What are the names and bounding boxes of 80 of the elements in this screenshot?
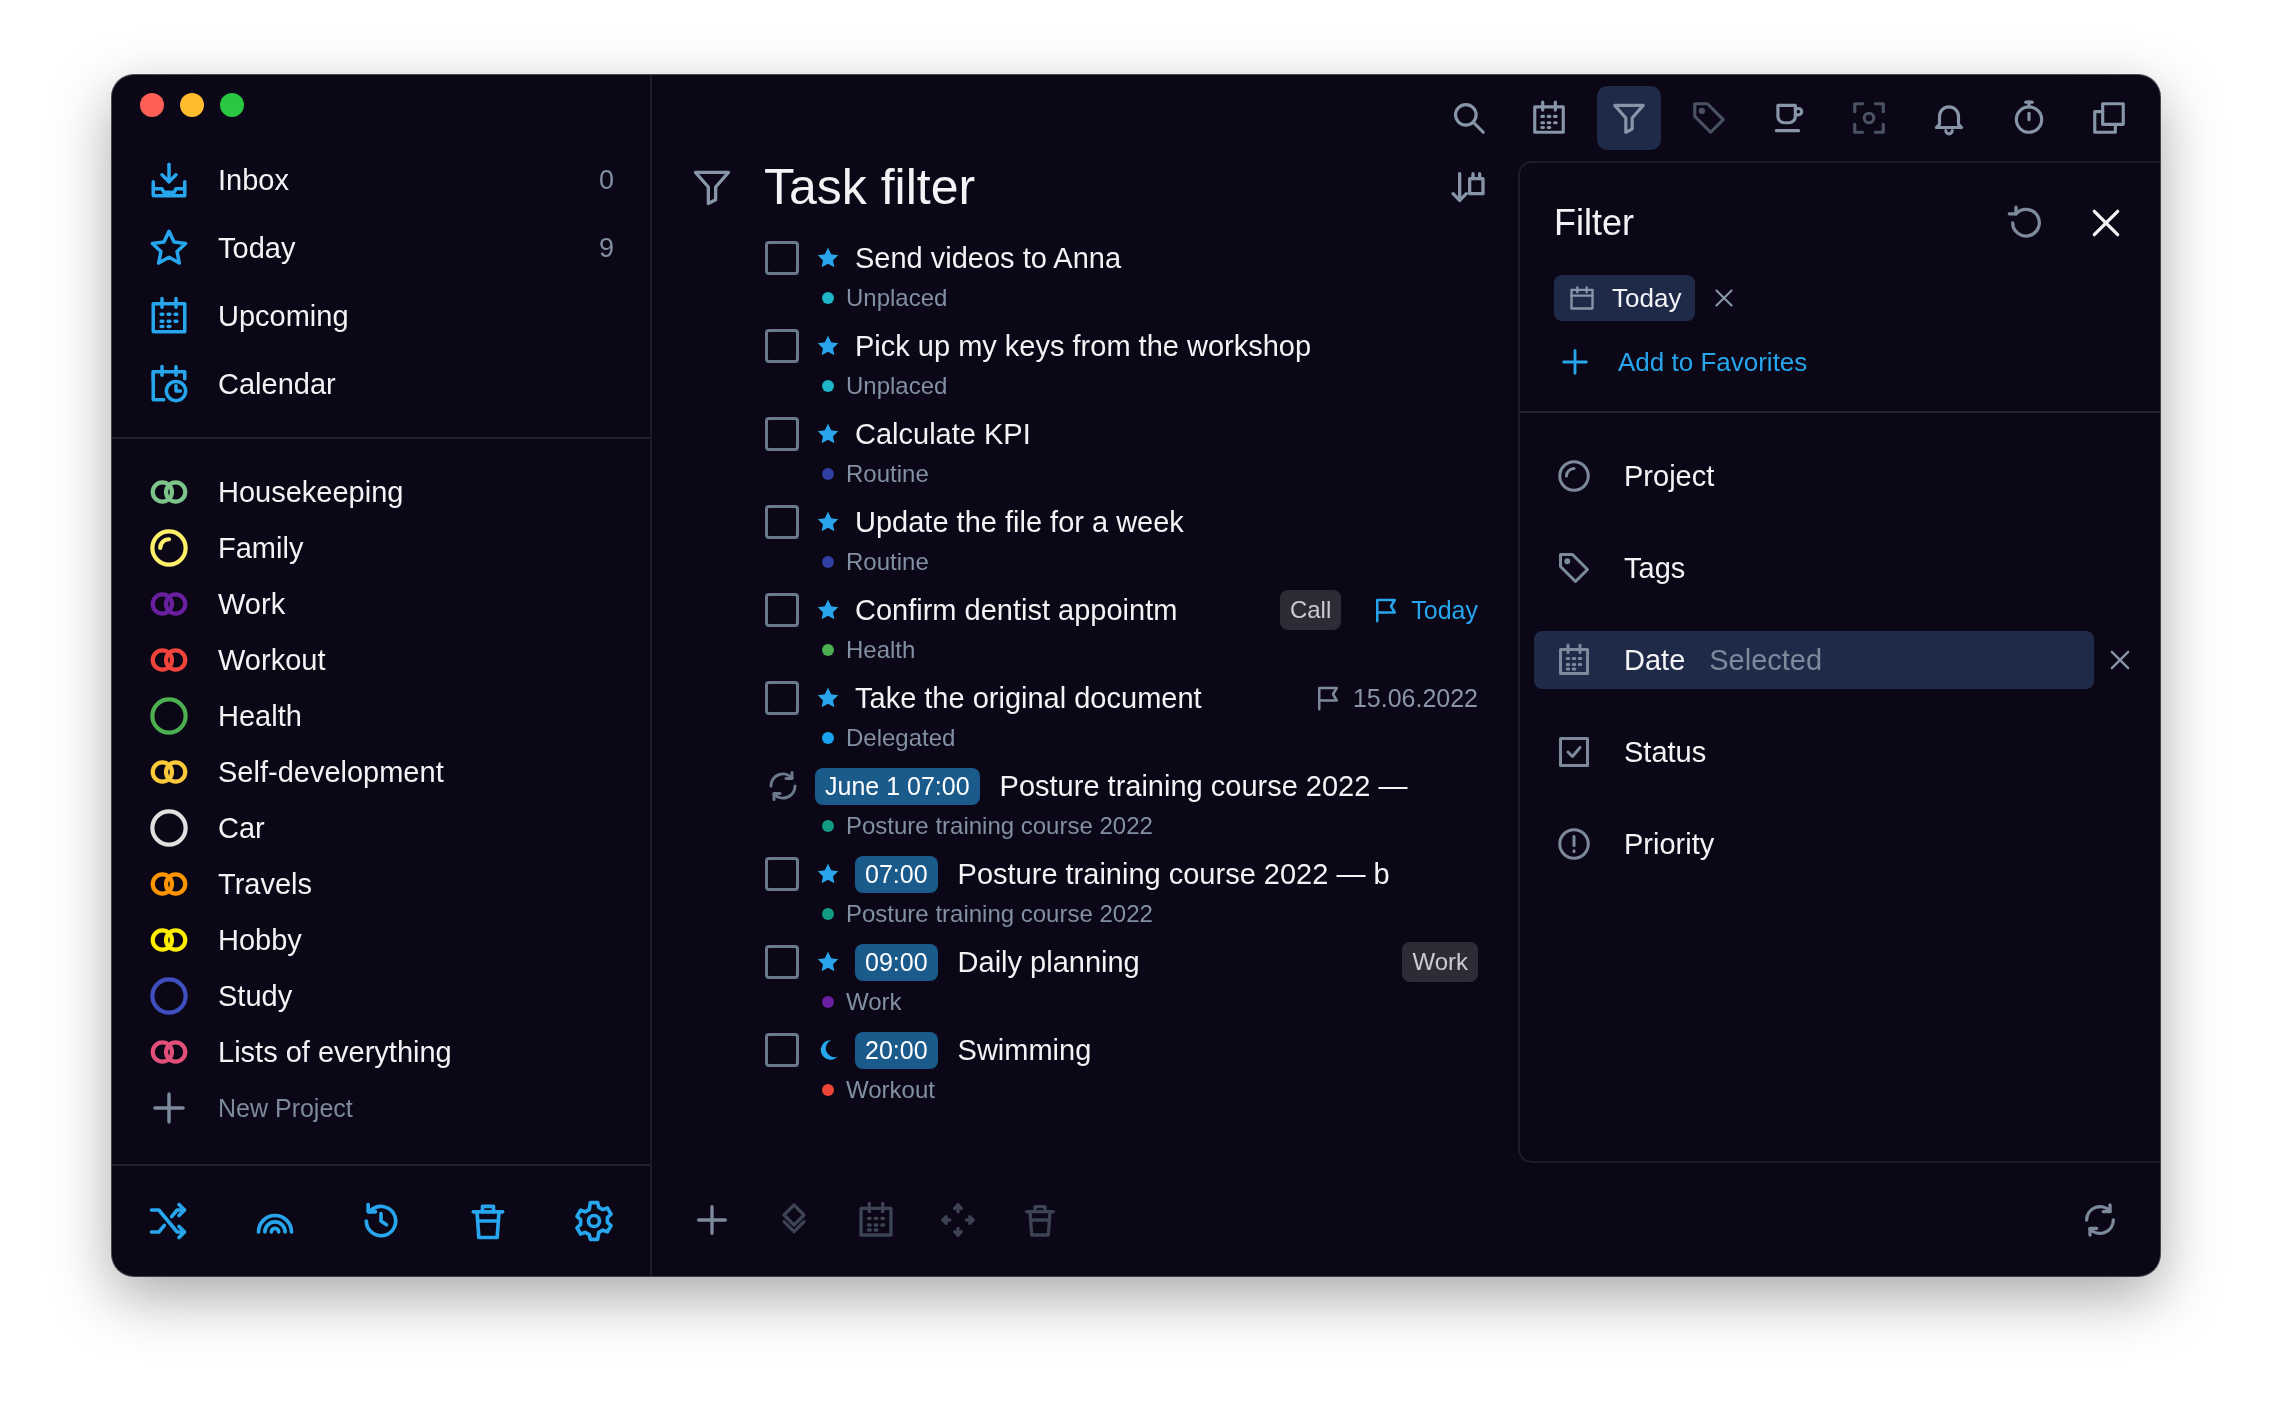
tag-icon — [1556, 550, 1592, 586]
tag-label: Call — [1279, 590, 1342, 630]
new-project-button[interactable]: New Project — [112, 1080, 650, 1136]
item-count: 0 — [598, 164, 614, 196]
task-title[interactable]: Take the original document — [855, 681, 1202, 715]
item-count: 9 — [598, 232, 614, 264]
panel-title: Filter — [1554, 202, 1635, 244]
project-name: Routine — [846, 548, 929, 576]
checkbox[interactable] — [765, 1033, 799, 1067]
task-title[interactable]: Confirm dentist appointm — [855, 593, 1178, 627]
viewfinder-icon — [1850, 99, 1888, 137]
checkbox-icon — [1556, 734, 1592, 770]
project-item[interactable]: Housekeeping — [112, 464, 650, 520]
sidebar-item[interactable]: Upcoming — [112, 282, 650, 350]
filter-chip[interactable]: Today — [1554, 275, 1696, 321]
time-badge: June 1 07:00 — [815, 767, 980, 805]
add-to-favorites-link[interactable]: Add to Favorites — [1554, 339, 2160, 385]
project-name: Posture training course 2022 — [846, 812, 1153, 840]
zoom-window-button[interactable] — [220, 93, 244, 117]
checkbox[interactable] — [765, 593, 799, 627]
circle-icon — [1556, 458, 1592, 494]
project-name: Delegated — [846, 724, 956, 752]
project-name: Routine — [846, 460, 929, 488]
time-badge: 20:00 — [855, 1031, 938, 1069]
filter-button[interactable] — [1597, 86, 1661, 150]
task-title[interactable]: Posture training course 2022 — b — [957, 857, 1390, 891]
tag-icon — [1690, 99, 1728, 137]
project-name: Unplaced — [846, 284, 948, 312]
sidebar-item[interactable]: Inbox 0 — [112, 146, 650, 214]
project-item[interactable]: Car — [112, 800, 650, 856]
filter-option[interactable]: Tags — [1534, 539, 2094, 597]
task-title[interactable]: Posture training course 2022 — — [999, 769, 1408, 803]
project-item[interactable]: Health — [112, 688, 650, 744]
due-date: 15.06.2022 — [1352, 683, 1478, 713]
sidebar-item[interactable]: Calendar — [112, 350, 650, 418]
sidebar-item[interactable]: Today 9 — [112, 214, 650, 282]
settings-icon[interactable] — [572, 1199, 616, 1243]
option-value: Selected — [1709, 643, 1823, 677]
project-item[interactable]: Work — [112, 576, 650, 632]
task-title[interactable]: Pick up my keys from the workshop — [855, 329, 1312, 363]
task-title[interactable]: Update the file for a week — [855, 505, 1184, 539]
project-item[interactable]: Family — [112, 520, 650, 576]
project-item[interactable]: Hobby — [112, 912, 650, 968]
time-badge: 09:00 — [855, 943, 938, 981]
calendar-icon — [1556, 642, 1592, 678]
exclamation-icon — [1556, 826, 1592, 862]
tag-label: Work — [1402, 942, 1478, 982]
calendar-icon — [1530, 99, 1568, 137]
calendar-icon — [1568, 284, 1596, 312]
checkbox[interactable] — [765, 945, 799, 979]
checkbox[interactable] — [765, 505, 799, 539]
task-title[interactable]: Calculate KPI — [855, 417, 1031, 451]
project-name: Work — [846, 988, 902, 1016]
project-item[interactable]: Self-development — [112, 744, 650, 800]
checkbox[interactable] — [765, 417, 799, 451]
project-item[interactable]: Lists of everything — [112, 1024, 650, 1080]
project-name: Posture training course 2022 — [846, 900, 1153, 928]
project-name: Health — [846, 636, 916, 664]
filter-option[interactable]: Status — [1534, 723, 2094, 781]
time-badge: 07:00 — [855, 855, 938, 893]
page-title: Task filter — [764, 158, 977, 216]
project-name: Workout — [846, 1076, 935, 1104]
project-item[interactable]: Study — [112, 968, 650, 1024]
close-window-button[interactable] — [140, 93, 164, 117]
project-item[interactable]: Workout — [112, 632, 650, 688]
due-date: Today — [1411, 595, 1478, 625]
filter-option[interactable]: Project — [1534, 447, 2094, 505]
filter-option[interactable]: Date Selected — [1534, 631, 2094, 689]
filter-option[interactable]: Priority — [1534, 815, 2094, 873]
project-name: Unplaced — [846, 372, 948, 400]
minimize-window-button[interactable] — [180, 93, 204, 117]
checkbox[interactable] — [765, 329, 799, 363]
task-title[interactable]: Swimming — [957, 1033, 1092, 1067]
checkbox[interactable] — [765, 857, 799, 891]
checkbox[interactable] — [765, 681, 799, 715]
task-title[interactable]: Daily planning — [957, 945, 1140, 979]
copy-icon — [2090, 99, 2128, 137]
project-item[interactable]: Travels — [112, 856, 650, 912]
checkbox[interactable] — [765, 241, 799, 275]
task-title[interactable]: Send videos to Anna — [855, 241, 1122, 275]
